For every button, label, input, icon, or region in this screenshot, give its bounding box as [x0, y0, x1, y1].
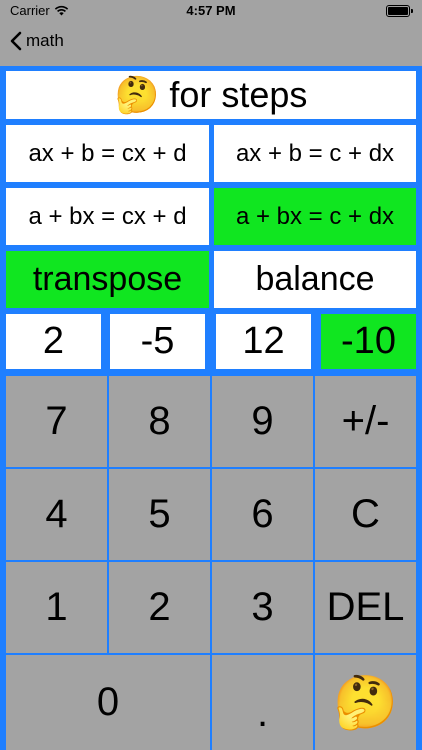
steps-label: for steps: [169, 74, 308, 115]
sign-toggle-key[interactable]: +/-: [315, 376, 416, 467]
coefficient-value: -10: [341, 320, 396, 362]
key-label: 5: [148, 492, 171, 536]
clear-key[interactable]: C: [315, 469, 416, 560]
equation-solver-panel: 🤔 for steps ax + b = cx + d ax + b = c +…: [0, 66, 422, 750]
key-label: 4: [45, 492, 68, 536]
equation-option-label: a + bx = c + dx: [235, 202, 395, 230]
coefficient-b[interactable]: -5: [110, 314, 205, 369]
key-label: +/-: [341, 399, 390, 443]
key-7[interactable]: 7: [6, 376, 107, 467]
key-8[interactable]: 8: [109, 376, 210, 467]
key-label: 7: [45, 399, 68, 443]
chevron-left-icon: [10, 31, 22, 51]
balance-label: balance: [255, 260, 375, 298]
key-label: 3: [251, 585, 274, 629]
key-label: 6: [251, 492, 274, 536]
back-label: math: [26, 31, 64, 50]
status-bar: Carrier 4:57 PM: [0, 0, 422, 22]
key-6[interactable]: 6: [212, 469, 313, 560]
key-label: DEL: [326, 585, 405, 629]
key-3[interactable]: 3: [212, 562, 313, 653]
equation-option-1[interactable]: ax + b = cx + d: [6, 125, 209, 182]
back-button[interactable]: math: [10, 31, 64, 51]
key-1[interactable]: 1: [6, 562, 107, 653]
equation-option-label: a + bx = cx + d: [28, 202, 187, 230]
navigation-bar: math: [0, 22, 422, 66]
key-label: 9: [251, 399, 274, 443]
key-label: C: [351, 492, 380, 536]
equation-option-label: ax + b = c + dx: [235, 139, 395, 167]
key-0[interactable]: 0: [6, 655, 210, 750]
key-2[interactable]: 2: [109, 562, 210, 653]
coefficient-value: -5: [140, 320, 175, 362]
steps-button[interactable]: 🤔 for steps: [6, 71, 416, 119]
thinking-face-icon: 🤔: [114, 74, 160, 115]
coefficient-c[interactable]: 12: [216, 314, 311, 369]
key-label: 1: [45, 585, 68, 629]
transpose-button[interactable]: transpose: [6, 251, 209, 308]
key-5[interactable]: 5: [109, 469, 210, 560]
key-label: .: [256, 691, 269, 735]
decimal-key[interactable]: .: [212, 655, 313, 750]
equation-option-3[interactable]: a + bx = cx + d: [6, 188, 209, 245]
equation-option-4[interactable]: a + bx = c + dx: [214, 188, 416, 245]
equation-option-2[interactable]: ax + b = c + dx: [214, 125, 416, 182]
thinking-face-icon: 🤔: [333, 674, 398, 732]
delete-key[interactable]: DEL: [315, 562, 416, 653]
coefficient-a[interactable]: 2: [6, 314, 101, 369]
balance-button[interactable]: balance: [214, 251, 416, 308]
key-label: 2: [148, 585, 171, 629]
key-4[interactable]: 4: [6, 469, 107, 560]
coefficient-value: 12: [242, 320, 285, 362]
equation-option-label: ax + b = cx + d: [28, 139, 187, 167]
transpose-label: transpose: [32, 260, 183, 298]
battery-icon: [386, 5, 413, 17]
status-time: 4:57 PM: [186, 3, 236, 18]
key-label: 0: [96, 680, 120, 724]
key-9[interactable]: 9: [212, 376, 313, 467]
coefficient-d[interactable]: -10: [321, 314, 416, 369]
solve-key[interactable]: 🤔: [315, 655, 416, 750]
coefficient-value: 2: [42, 320, 65, 362]
key-label: 8: [148, 399, 171, 443]
